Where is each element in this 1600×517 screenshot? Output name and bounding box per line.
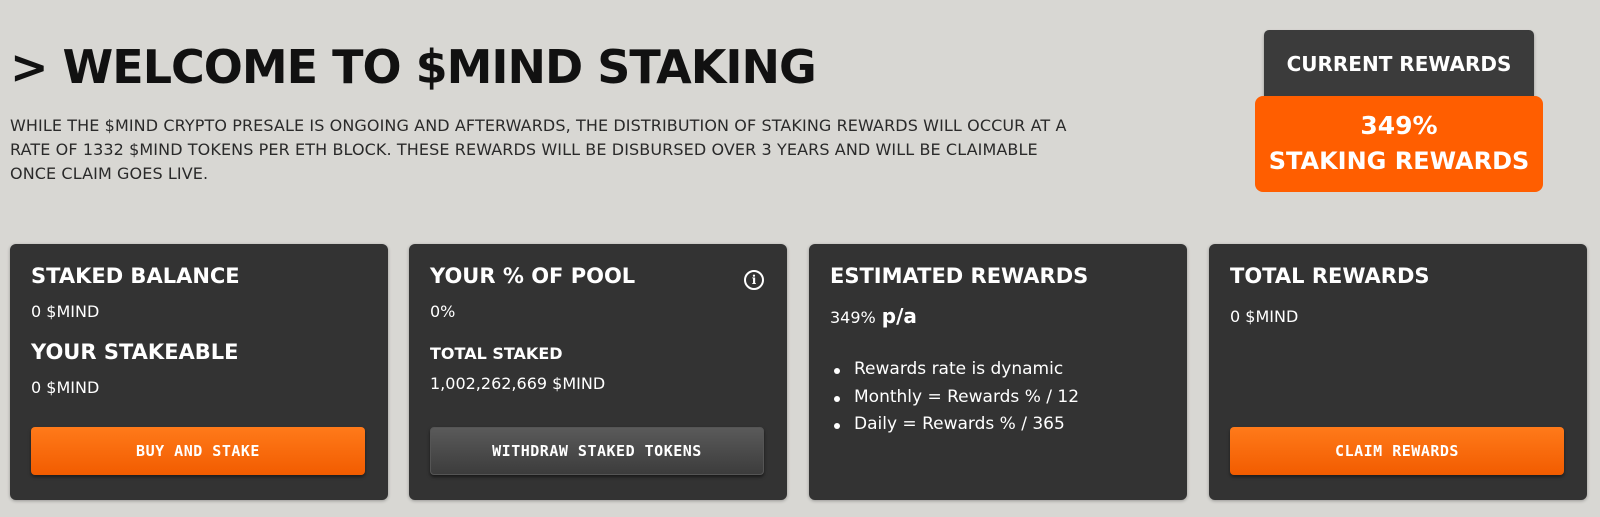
- withdraw-staked-tokens-button[interactable]: WITHDRAW STAKED TOKENS: [430, 427, 764, 475]
- list-item: Rewards rate is dynamic: [830, 356, 1079, 384]
- pool-share-card: YOUR % OF POOL i 0% TOTAL STAKED 1,002,2…: [409, 244, 787, 500]
- staked-balance-title: STAKED BALANCE: [31, 264, 240, 288]
- stakeable-title: YOUR STAKEABLE: [31, 340, 239, 364]
- stakeable-value: 0 $MIND: [31, 378, 100, 397]
- staking-page: > WELCOME TO $MIND STAKING WHILE THE $MI…: [0, 0, 1600, 517]
- claim-rewards-button[interactable]: CLAIM REWARDS: [1230, 427, 1564, 475]
- rewards-rate-percent: 349%: [830, 308, 876, 327]
- list-item: Monthly = Rewards % / 12: [830, 384, 1079, 412]
- staking-rewards-label: STAKING REWARDS: [1268, 147, 1530, 175]
- total-rewards-card: TOTAL REWARDS 0 $MIND CLAIM REWARDS: [1209, 244, 1587, 500]
- total-rewards-title: TOTAL REWARDS: [1230, 264, 1430, 288]
- total-rewards-value: 0 $MIND: [1230, 307, 1299, 326]
- rewards-rate: 349% p/a: [830, 304, 917, 328]
- total-staked-value: 1,002,262,669 $MIND: [430, 374, 606, 393]
- staked-balance-card: STAKED BALANCE 0 $MIND YOUR STAKEABLE 0 …: [10, 244, 388, 500]
- pool-share-value: 0%: [430, 302, 456, 321]
- buy-and-stake-button[interactable]: BUY AND STAKE: [31, 427, 365, 475]
- total-staked-title: TOTAL STAKED: [430, 344, 563, 363]
- estimated-rewards-card: ESTIMATED REWARDS 349% p/a Rewards rate i…: [809, 244, 1187, 500]
- staked-balance-value: 0 $MIND: [31, 302, 100, 321]
- page-description: WHILE THE $MIND CRYPTO PRESALE IS ONGOIN…: [10, 116, 1067, 183]
- info-icon[interactable]: i: [744, 270, 764, 290]
- page-title: > WELCOME TO $MIND STAKING: [10, 40, 817, 94]
- pool-share-title: YOUR % OF POOL: [430, 264, 636, 288]
- staking-rewards-percent: 349%: [1360, 111, 1438, 140]
- estimated-rewards-title: ESTIMATED REWARDS: [830, 264, 1089, 288]
- rewards-info-list: Rewards rate is dynamic Monthly = Reward…: [830, 356, 1079, 439]
- staking-rewards-badge: 349% STAKING REWARDS: [1255, 96, 1543, 192]
- list-item: Daily = Rewards % / 365: [830, 411, 1079, 439]
- current-rewards-header: CURRENT REWARDS: [1264, 30, 1534, 98]
- rewards-rate-unit: p/a: [881, 304, 917, 328]
